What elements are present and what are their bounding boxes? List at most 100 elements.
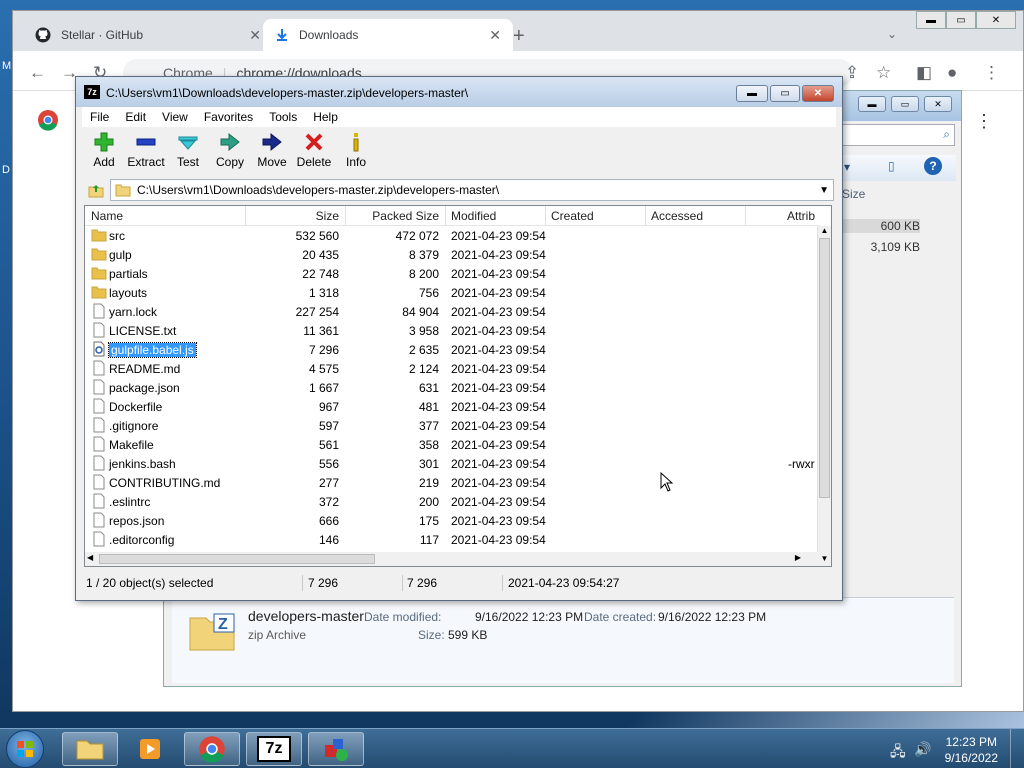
move-button[interactable]: Move bbox=[250, 131, 294, 169]
column-packed-size[interactable]: Packed Size bbox=[347, 209, 439, 223]
table-row[interactable]: .editorconfig 146 117 2021-04-23 09:54 bbox=[85, 530, 815, 549]
views-dropdown-icon[interactable]: ▾ bbox=[844, 160, 850, 174]
volume-icon[interactable]: 🔊 bbox=[914, 741, 931, 758]
address-dropdown-icon[interactable]: ▼ bbox=[819, 185, 829, 196]
tab-github[interactable]: Stellar · GitHub ✕ bbox=[23, 19, 273, 51]
table-row[interactable]: partials 22 748 8 200 2021-04-23 09:54 bbox=[85, 264, 815, 283]
column-separator[interactable] bbox=[545, 206, 546, 226]
back-icon[interactable]: ← bbox=[29, 63, 46, 83]
taskbar-7zip-button[interactable]: 7z bbox=[246, 732, 302, 766]
column-name[interactable]: Name bbox=[91, 209, 123, 223]
column-modified[interactable]: Modified bbox=[451, 209, 496, 223]
table-row[interactable]: layouts 1 318 756 2021-04-23 09:54 bbox=[85, 283, 815, 302]
menu-favorites[interactable]: Favorites bbox=[196, 107, 261, 127]
menu-help[interactable]: Help bbox=[305, 107, 346, 127]
scroll-right-icon[interactable]: ▶ bbox=[795, 553, 801, 562]
taskbar-app-button[interactable] bbox=[308, 732, 364, 766]
chrome-minimize-button[interactable]: ▬ bbox=[916, 11, 946, 29]
system-clock[interactable]: 12:23 PM 9/16/2022 bbox=[945, 734, 998, 766]
explorer-search-input[interactable]: ⌕ bbox=[840, 124, 955, 146]
horizontal-scroll-thumb[interactable] bbox=[99, 554, 375, 564]
downloads-more-icon[interactable]: ⋮ bbox=[975, 111, 993, 132]
start-button[interactable] bbox=[6, 730, 44, 768]
address-bar[interactable]: C:\Users\vm1\Downloads\developers-master… bbox=[110, 179, 834, 201]
file-packed-size: 84 904 bbox=[402, 305, 439, 319]
svg-text:Z: Z bbox=[218, 616, 228, 633]
column-separator[interactable] bbox=[645, 206, 646, 226]
table-row[interactable]: repos.json 666 175 2021-04-23 09:54 bbox=[85, 511, 815, 530]
explorer-maximize-button[interactable]: ▭ bbox=[891, 96, 919, 112]
file-size: 561 bbox=[318, 438, 339, 452]
new-tab-button[interactable]: + bbox=[513, 25, 525, 48]
column-separator[interactable] bbox=[445, 206, 446, 226]
7zip-minimize-button[interactable]: ▬ bbox=[736, 85, 768, 102]
add-button[interactable]: Add bbox=[82, 131, 126, 169]
column-size[interactable]: Size bbox=[285, 209, 339, 223]
taskbar-chrome-button[interactable] bbox=[184, 732, 240, 766]
table-row[interactable]: CONTRIBUTING.md 277 219 2021-04-23 09:54 bbox=[85, 473, 815, 492]
table-row[interactable]: README.md 4 575 2 124 2021-04-23 09:54 bbox=[85, 359, 815, 378]
file-icon bbox=[93, 474, 105, 490]
profile-avatar-icon[interactable]: ● bbox=[947, 63, 957, 83]
scroll-down-icon[interactable]: ▼ bbox=[818, 554, 831, 566]
vertical-scrollbar[interactable]: ▲ ▼ bbox=[817, 226, 831, 566]
column-separator[interactable] bbox=[245, 206, 246, 226]
7zip-maximize-button[interactable]: ▭ bbox=[770, 85, 800, 102]
up-folder-button[interactable] bbox=[86, 179, 106, 201]
table-row[interactable]: yarn.lock 227 254 84 904 2021-04-23 09:54 bbox=[85, 302, 815, 321]
explorer-minimize-button[interactable]: ▬ bbox=[858, 96, 886, 112]
menu-kebab-icon[interactable]: ⋮ bbox=[983, 63, 1000, 83]
explorer-close-button[interactable]: ✕ bbox=[924, 96, 952, 112]
delete-button[interactable]: Delete bbox=[292, 131, 336, 169]
file-name: Dockerfile bbox=[109, 400, 163, 414]
column-created[interactable]: Created bbox=[551, 209, 594, 223]
network-icon[interactable]: 🖧 bbox=[890, 741, 906, 765]
share-icon[interactable]: ⇪ bbox=[845, 63, 859, 83]
bookmark-star-icon[interactable]: ☆ bbox=[876, 63, 891, 83]
taskbar-explorer-button[interactable] bbox=[62, 732, 118, 766]
close-tab-icon[interactable]: ✕ bbox=[249, 27, 261, 44]
table-row[interactable]: Dockerfile 967 481 2021-04-23 09:54 bbox=[85, 397, 815, 416]
table-row[interactable]: package.json 1 667 631 2021-04-23 09:54 bbox=[85, 378, 815, 397]
info-label: Info bbox=[345, 155, 366, 169]
column-separator[interactable] bbox=[745, 206, 746, 226]
menu-view[interactable]: View bbox=[154, 107, 196, 127]
show-desktop-button[interactable] bbox=[1010, 729, 1024, 768]
menu-file[interactable]: File bbox=[82, 107, 117, 127]
menu-tools[interactable]: Tools bbox=[261, 107, 305, 127]
horizontal-scrollbar[interactable]: ◀ ▶ bbox=[85, 552, 819, 566]
vertical-scroll-thumb[interactable] bbox=[819, 238, 830, 498]
column-accessed[interactable]: Accessed bbox=[651, 209, 703, 223]
close-tab-icon[interactable]: ✕ bbox=[489, 27, 501, 44]
preview-pane-icon[interactable]: ▯ bbox=[888, 159, 895, 173]
folder-icon bbox=[91, 267, 107, 280]
explorer-column-size[interactable]: Size bbox=[842, 187, 865, 201]
table-row[interactable]: gulpfile.babel.js 7 296 2 635 2021-04-23 09… bbox=[85, 340, 815, 359]
table-row[interactable]: gulp 20 435 8 379 2021-04-23 09:54 bbox=[85, 245, 815, 264]
info-button[interactable]: Info bbox=[334, 131, 378, 169]
test-button[interactable]: Test bbox=[166, 131, 210, 169]
copy-button[interactable]: Copy bbox=[208, 131, 252, 169]
taskbar-media-player-button[interactable] bbox=[122, 732, 178, 766]
table-row[interactable]: .gitignore 597 377 2021-04-23 09:54 bbox=[85, 416, 815, 435]
scroll-up-icon[interactable]: ▲ bbox=[818, 226, 831, 238]
column-separator[interactable] bbox=[345, 206, 346, 226]
table-row[interactable]: src 532 560 472 072 2021-04-23 09:54 bbox=[85, 226, 815, 245]
chrome-maximize-button[interactable]: ▭ bbox=[946, 11, 976, 29]
file-size: 146 bbox=[318, 533, 339, 547]
menu-edit[interactable]: Edit bbox=[117, 107, 154, 127]
tab-downloads[interactable]: Downloads ✕ bbox=[263, 19, 513, 51]
table-row[interactable]: jenkins.bash 556 301 2021-04-23 09:54 -rwxr bbox=[85, 454, 815, 473]
column-attrib[interactable]: Attrib bbox=[787, 209, 815, 223]
table-row[interactable]: Makefile 561 358 2021-04-23 09:54 bbox=[85, 435, 815, 454]
chrome-close-button[interactable]: ✕ bbox=[976, 11, 1016, 29]
7zip-close-button[interactable]: ✕ bbox=[802, 85, 834, 102]
side-panel-icon[interactable]: ◧ bbox=[916, 63, 932, 83]
table-row[interactable]: .eslintrc 372 200 2021-04-23 09:54 bbox=[85, 492, 815, 511]
tab-search-icon[interactable]: ⌄ bbox=[887, 27, 897, 41]
scroll-left-icon[interactable]: ◀ bbox=[87, 553, 93, 562]
table-row[interactable]: LICENSE.txt 11 361 3 958 2021-04-23 09:54 bbox=[85, 321, 815, 340]
help-icon[interactable]: ? bbox=[924, 157, 942, 175]
details-filename: developers-master bbox=[248, 608, 364, 624]
extract-button[interactable]: Extract bbox=[124, 131, 168, 169]
